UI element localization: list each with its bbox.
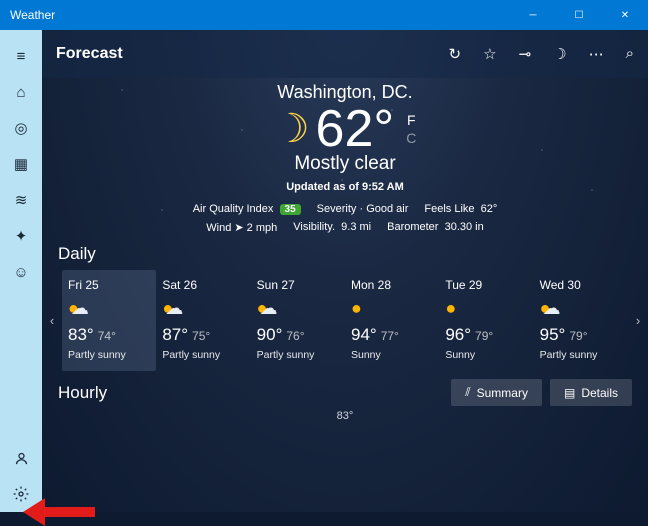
sidebar: ≡ ⌂ ◎ ▦ ≋ ✦ ☺ (0, 30, 42, 512)
daily-heading: Daily (42, 234, 648, 270)
weather-icon: ● (351, 298, 433, 319)
vis-value: 9.3 mi (341, 221, 371, 233)
topbar: Forecast ↻ ☆ ⊸ ☽ ⋯ ⌕ (42, 30, 648, 78)
feedback-icon[interactable]: ☺ (0, 254, 42, 290)
day-condition: Sunny (445, 349, 527, 361)
weather-icon: ● (445, 298, 527, 319)
day-card[interactable]: Sat 26 ●☁ 87° 75° Partly sunny (156, 270, 250, 371)
day-low: 76° (286, 329, 304, 343)
daily-prev-icon[interactable]: ‹ (42, 313, 62, 328)
hamburger-icon[interactable]: ≡ (0, 38, 42, 74)
star-icon[interactable]: ☆ (483, 45, 496, 63)
hero: Washington, DC. ☽ 62° F C Mostly clear U… (42, 78, 648, 234)
vis-label: Visibility. (293, 221, 335, 233)
day-card[interactable]: Tue 29 ● 96° 79° Sunny (439, 270, 533, 371)
search-icon[interactable]: ⌕ (626, 45, 634, 63)
day-date: Sun 27 (257, 278, 339, 292)
pin-icon[interactable]: ⊸ (519, 45, 532, 63)
aqi-label: Air Quality Index (193, 203, 274, 215)
severity-label: Severity (317, 203, 357, 215)
condition-moon-icon: ☽ (274, 106, 310, 152)
day-card[interactable]: Wed 30 ●☁ 95°79° Partly sunny (534, 270, 628, 371)
unit-c[interactable]: C (406, 130, 416, 146)
history-icon[interactable]: ▦ (0, 146, 42, 182)
day-date: Fri 25 (68, 278, 150, 292)
page-title: Forecast (56, 45, 123, 63)
day-low: 79° (569, 329, 587, 343)
day-low: 75° (192, 329, 210, 343)
day-high: 83° (68, 325, 94, 344)
severity-value: Good air (366, 203, 408, 215)
maximize-button[interactable]: ☐ (556, 0, 602, 30)
day-card[interactable]: Fri 25 ●☁ 83° 74° Partly sunny (62, 270, 156, 371)
minimize-button[interactable]: ─ (510, 0, 556, 30)
day-date: Sat 26 (162, 278, 244, 292)
refresh-icon[interactable]: ↻ (449, 45, 462, 63)
day-condition: Partly sunny (257, 349, 339, 361)
day-high: 96° (445, 325, 471, 344)
day-date: Mon 28 (351, 278, 433, 292)
weather-icon: ●☁ (68, 298, 150, 319)
daily-list: Fri 25 ●☁ 83° 74° Partly sunny Sat 26 ●☁ 87° 75°… (62, 270, 628, 371)
day-card[interactable]: Sun 27 ●☁ 90°76° Partly sunny (251, 270, 345, 371)
day-condition: Partly sunny (68, 349, 150, 361)
details-button[interactable]: ▤Details (550, 379, 632, 406)
weather-icon: ●☁ (162, 298, 244, 319)
waves-icon[interactable]: ≋ (0, 182, 42, 218)
chart-icon: ⫽ (465, 385, 470, 400)
baro-label: Barometer (387, 221, 438, 233)
moon-icon[interactable]: ☽ (553, 45, 566, 63)
maps-icon[interactable]: ◎ (0, 110, 42, 146)
condition-text: Mostly clear (42, 153, 648, 175)
day-card[interactable]: Mon 28 ● 94° 77° Sunny (345, 270, 439, 371)
home-icon[interactable]: ⌂ (0, 74, 42, 110)
baro-value: 30.30 in (445, 221, 484, 233)
favorites-icon[interactable]: ✦ (0, 218, 42, 254)
day-high: 94° (351, 325, 377, 344)
day-condition: Partly sunny (162, 349, 244, 361)
hourly-heading: Hourly (58, 383, 107, 403)
close-button[interactable]: ✕ (602, 0, 648, 30)
window-title: Weather (10, 8, 55, 22)
day-date: Tue 29 (445, 278, 527, 292)
unit-f[interactable]: F (406, 112, 416, 128)
day-condition: Partly sunny (540, 349, 622, 361)
more-icon[interactable]: ⋯ (589, 45, 604, 63)
footer-temp: 83° (42, 410, 648, 422)
summary-button[interactable]: ⫽Summary (451, 379, 542, 406)
day-low: 74° (98, 329, 116, 343)
weather-icon: ●☁ (540, 298, 622, 319)
day-high: 95° (540, 325, 566, 344)
wind-value: 2 mph (247, 222, 278, 234)
list-icon: ▤ (564, 386, 575, 400)
day-high: 90° (257, 325, 283, 344)
day-condition: Sunny (351, 349, 433, 361)
daily-next-icon[interactable]: › (628, 313, 648, 328)
feels-value: 62° (481, 203, 498, 215)
updated-text: Updated as of 9:52 AM (42, 181, 648, 193)
aqi-badge: 35 (280, 204, 301, 215)
titlebar: Weather ─ ☐ ✕ (0, 0, 648, 30)
wind-label: Wind (206, 222, 231, 234)
weather-icon: ●☁ (257, 298, 339, 319)
feels-label: Feels Like (424, 203, 474, 215)
temperature: 62° (316, 99, 395, 159)
account-icon[interactable] (0, 440, 42, 476)
day-date: Wed 30 (540, 278, 622, 292)
day-high: 87° (162, 325, 188, 344)
day-low: 79° (475, 329, 493, 343)
day-low: 77° (381, 329, 399, 343)
